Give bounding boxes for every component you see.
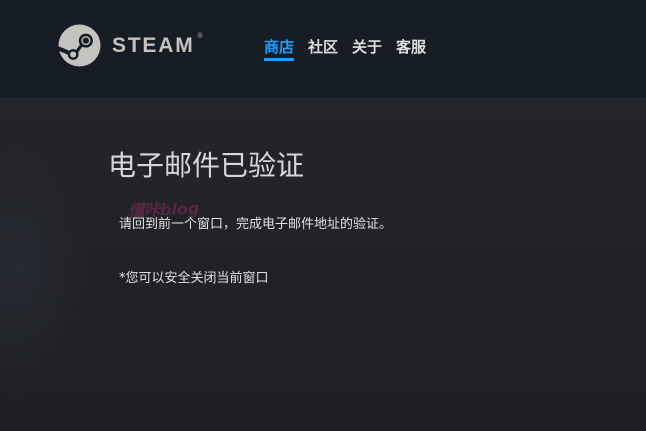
main-nav: 商店 社区 关于 客服 bbox=[264, 37, 440, 61]
close-window-note: *您可以安全关闭当前窗口 bbox=[119, 271, 269, 286]
page-title: 电子邮件已验证 bbox=[108, 149, 305, 182]
steam-logo-icon bbox=[58, 24, 101, 67]
nav-support[interactable]: 客服 bbox=[396, 37, 426, 57]
steam-logo[interactable]: STEAM ® bbox=[58, 24, 203, 67]
steam-logo-text: STEAM ® bbox=[112, 33, 203, 57]
verification-message: 请回到前一个窗口，完成电子邮件地址的验证。 bbox=[119, 217, 393, 232]
background-decoration bbox=[0, 137, 90, 397]
page-content bbox=[0, 97, 646, 431]
nav-community[interactable]: 社区 bbox=[308, 37, 338, 57]
nav-about[interactable]: 关于 bbox=[352, 37, 382, 57]
registered-mark: ® bbox=[197, 33, 203, 40]
nav-store[interactable]: 商店 bbox=[264, 37, 295, 61]
site-header: STEAM ® 商店 社区 关于 客服 bbox=[0, 0, 646, 97]
